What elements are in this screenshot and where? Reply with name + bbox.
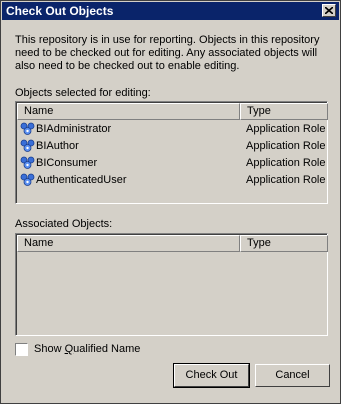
show-qualified-name-label[interactable]: Show Qualified Name — [34, 343, 140, 355]
check-out-objects-dialog: Check Out Objects This repository is in … — [0, 0, 341, 404]
close-button[interactable] — [322, 4, 336, 17]
column-header-type[interactable]: Type — [240, 235, 328, 252]
item-name: AuthenticatedUser — [36, 174, 127, 186]
item-name: BIAuthor — [36, 140, 79, 152]
selected-list-header: Name Type — [17, 103, 328, 120]
associated-list-header: Name Type — [17, 235, 328, 252]
item-type: Application Role — [246, 174, 326, 186]
list-item[interactable]: BIAdministrator Application Role — [17, 121, 327, 138]
check-out-button[interactable]: Check Out — [173, 363, 250, 388]
item-name: BIConsumer — [36, 157, 98, 169]
item-type: Application Role — [246, 140, 326, 152]
list-item[interactable]: BIConsumer Application Role — [17, 155, 327, 172]
associated-objects-label: Associated Objects: — [15, 218, 113, 230]
column-header-name[interactable]: Name — [17, 103, 240, 120]
item-type: Application Role — [246, 123, 326, 135]
application-role-icon — [20, 173, 35, 193]
column-header-name[interactable]: Name — [17, 235, 240, 252]
objects-selected-label: Objects selected for editing: — [15, 87, 151, 99]
item-type: Application Role — [246, 157, 326, 169]
column-header-type[interactable]: Type — [240, 103, 328, 120]
dialog-title: Check Out Objects — [6, 4, 114, 18]
cancel-button[interactable]: Cancel — [255, 364, 330, 387]
show-qualified-name-checkbox[interactable] — [15, 343, 28, 356]
list-item[interactable]: AuthenticatedUser Application Role — [17, 172, 327, 189]
list-item[interactable]: BIAuthor Application Role — [17, 138, 327, 155]
item-name: BIAdministrator — [36, 123, 112, 135]
close-icon — [325, 7, 333, 14]
associated-objects-list[interactable]: Name Type — [15, 233, 328, 336]
title-bar[interactable]: Check Out Objects — [2, 2, 339, 20]
description-text: This repository is in use for reporting.… — [15, 34, 320, 72]
selected-objects-list[interactable]: Name Type BIAdministrator Application Rol… — [15, 101, 328, 204]
